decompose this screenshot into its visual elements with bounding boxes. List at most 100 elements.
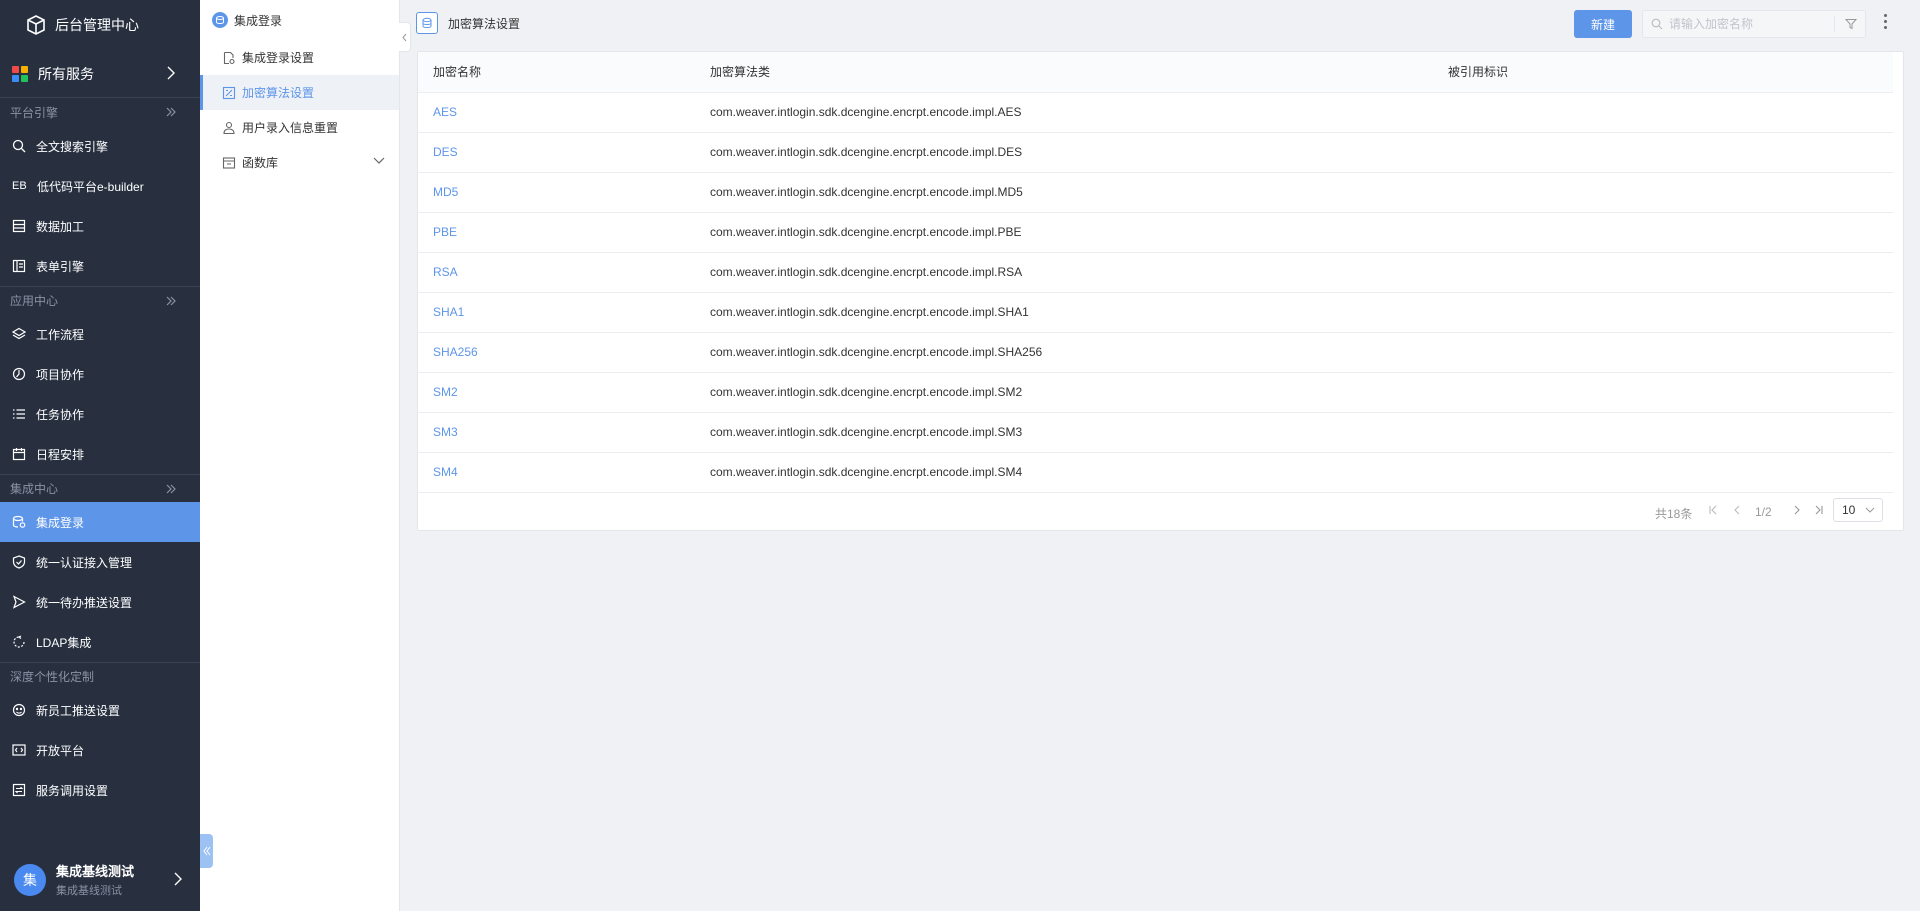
submenu-item-label: 用户录入信息重置 — [242, 121, 339, 135]
column-header-reference[interactable]: 被引用标识 — [1448, 52, 1893, 93]
table-row[interactable]: DES com.weaver.intlogin.sdk.dcengine.encr… — [418, 132, 1893, 173]
column-header-class[interactable]: 加密算法类 — [710, 52, 1448, 93]
page-indicator: 1/2 — [1755, 505, 1772, 519]
table-row[interactable]: RSA com.weaver.intlogin.sdk.dcengine.encr… — [418, 252, 1893, 293]
prev-page-icon[interactable] — [1732, 505, 1742, 515]
user-subtitle: 集成基线测试 — [56, 885, 122, 897]
encryption-icon — [222, 86, 236, 100]
sidebar-item-open-platform[interactable]: 开放平台 — [0, 730, 200, 770]
table-row[interactable]: SM4 com.weaver.intlogin.sdk.dcengine.encr… — [418, 452, 1893, 493]
reference-cell — [1448, 172, 1893, 213]
table-row[interactable]: AES com.weaver.intlogin.sdk.dcengine.encr… — [418, 92, 1893, 133]
section-integration-center[interactable]: 集成中心 — [0, 474, 200, 502]
submenu-item-label: 函数库 — [242, 156, 279, 170]
sidebar-item-form-engine[interactable]: 表单引擎 — [0, 246, 200, 286]
section-title: 应用中心 — [10, 294, 59, 308]
chevron-right-icon — [167, 66, 175, 80]
ldap-icon — [12, 635, 26, 649]
encryption-name-link[interactable]: SHA256 — [418, 332, 710, 373]
secondary-menu: 集成登录 集成登录设置 加密算法设置 用户录入信息重置 函数库 — [200, 0, 400, 911]
sidebar-item-integration-login[interactable]: 集成登录 — [0, 502, 200, 542]
all-services-button[interactable]: 所有服务 — [0, 50, 200, 98]
app-grid-icon — [12, 65, 28, 82]
submenu-item-login-settings[interactable]: 集成登录设置 — [200, 40, 399, 75]
sidebar-item-todo-push[interactable]: 统一待办推送设置 — [0, 582, 200, 622]
sidebar-item-task[interactable]: 任务协作 — [0, 394, 200, 434]
sidebar-item-workflow[interactable]: 工作流程 — [0, 314, 200, 354]
main-sidebar: 后台管理中心 所有服务 平台引擎 全文搜索引擎 EB 低代码平台e-builde… — [0, 0, 200, 911]
table-row[interactable]: SM3 com.weaver.intlogin.sdk.dcengine.encr… — [418, 412, 1893, 453]
reference-cell — [1448, 412, 1893, 453]
encryption-table-card: 加密名称 加密算法类 被引用标识 AES com.weaver.intlogin.… — [417, 51, 1904, 531]
encryption-name-link[interactable]: PBE — [418, 212, 710, 253]
last-page-icon[interactable] — [1814, 505, 1824, 515]
column-header-name[interactable]: 加密名称 — [418, 52, 710, 93]
table-row[interactable]: PBE com.weaver.intlogin.sdk.dcengine.encr… — [418, 212, 1893, 253]
user-profile[interactable]: 集 集成基线测试 集成基线测试 — [0, 848, 200, 911]
section-app-center[interactable]: 应用中心 — [0, 286, 200, 314]
encryption-name-link[interactable]: SM4 — [418, 452, 710, 493]
table-row[interactable]: SHA1 com.weaver.intlogin.sdk.dcengine.enc… — [418, 292, 1893, 333]
next-page-icon[interactable] — [1792, 505, 1802, 515]
sidebar-item-project[interactable]: 项目协作 — [0, 354, 200, 394]
section-platform-engine[interactable]: 平台引擎 — [0, 98, 200, 126]
encryption-name-link[interactable]: SM3 — [418, 412, 710, 453]
project-icon — [12, 367, 26, 381]
submenu-item-user-info-reset[interactable]: 用户录入信息重置 — [200, 110, 399, 145]
cube-logo-icon — [27, 15, 45, 35]
encryption-name-link[interactable]: AES — [418, 92, 710, 133]
submenu-item-encryption-settings[interactable]: 加密算法设置 — [200, 75, 399, 110]
sidebar-item-label: 数据加工 — [36, 219, 85, 234]
search-input[interactable] — [1669, 17, 1829, 31]
sidebar-item-label: 表单引擎 — [36, 259, 85, 274]
submenu-item-function-library[interactable]: 函数库 — [200, 145, 399, 180]
send-icon — [12, 595, 26, 609]
sidebar-item-ldap[interactable]: LDAP集成 — [0, 622, 200, 662]
chevron-right-icon — [174, 872, 182, 886]
encryption-class-cell: com.weaver.intlogin.sdk.dcengine.encrpt.… — [710, 412, 1448, 453]
section-customization[interactable]: 深度个性化定制 — [0, 662, 200, 690]
table-row[interactable]: SM2 com.weaver.intlogin.sdk.dcengine.encr… — [418, 372, 1893, 413]
sidebar-item-label: 新员工推送设置 — [36, 703, 121, 718]
sidebar-item-label: LDAP集成 — [36, 635, 92, 650]
table-row[interactable]: SHA256 com.weaver.intlogin.sdk.dcengine.e… — [418, 332, 1893, 373]
new-button[interactable]: 新建 — [1574, 10, 1632, 38]
table-row[interactable]: MD5 com.weaver.intlogin.sdk.dcengine.encr… — [418, 172, 1893, 213]
encryption-name-link[interactable]: SM2 — [418, 372, 710, 413]
submenu-title: 集成登录 — [234, 13, 283, 28]
sidebar-item-data-process[interactable]: 数据加工 — [0, 206, 200, 246]
more-options-icon[interactable] — [1884, 14, 1887, 29]
encryption-name-link[interactable]: RSA — [418, 252, 710, 293]
sidebar-item-new-staff-push[interactable]: 新员工推送设置 — [0, 690, 200, 730]
collapse-sidebar-button[interactable] — [200, 834, 213, 868]
sidebar-item-fulltext-search[interactable]: 全文搜索引擎 — [0, 126, 200, 166]
filter-icon[interactable] — [1845, 18, 1857, 30]
encryption-name-link[interactable]: DES — [418, 132, 710, 173]
pagination: 共18条 1/2 10 — [418, 492, 1905, 532]
reference-cell — [1448, 92, 1893, 133]
encryption-class-cell: com.weaver.intlogin.sdk.dcengine.encrpt.… — [710, 212, 1448, 253]
sidebar-item-label: 任务协作 — [36, 407, 85, 422]
sidebar-item-unified-auth[interactable]: 统一认证接入管理 — [0, 542, 200, 582]
encryption-name-link[interactable]: MD5 — [418, 172, 710, 213]
table-header-row: 加密名称 加密算法类 被引用标识 — [418, 52, 1893, 93]
user-reset-icon — [222, 121, 236, 135]
encryption-name-link[interactable]: SHA1 — [418, 292, 710, 333]
page-size-select[interactable]: 10 — [1833, 498, 1883, 522]
encryption-class-cell: com.weaver.intlogin.sdk.dcengine.encrpt.… — [710, 292, 1448, 333]
sidebar-item-ebuilder[interactable]: EB 低代码平台e-builder — [0, 166, 200, 206]
data-process-icon — [12, 219, 26, 233]
sidebar-item-calendar[interactable]: 日程安排 — [0, 434, 200, 474]
service-icon — [12, 783, 26, 797]
double-chevron-icon — [166, 296, 176, 306]
code-icon — [12, 743, 26, 757]
sidebar-item-service-call[interactable]: 服务调用设置 — [0, 770, 200, 810]
first-page-icon[interactable] — [1708, 505, 1718, 515]
encryption-class-cell: com.weaver.intlogin.sdk.dcengine.encrpt.… — [710, 132, 1448, 173]
reference-cell — [1448, 452, 1893, 493]
all-services-label: 所有服务 — [38, 65, 94, 82]
search-icon — [12, 139, 26, 153]
reference-cell — [1448, 132, 1893, 173]
page-title: 加密算法设置 — [448, 17, 521, 31]
section-title: 深度个性化定制 — [10, 670, 95, 684]
